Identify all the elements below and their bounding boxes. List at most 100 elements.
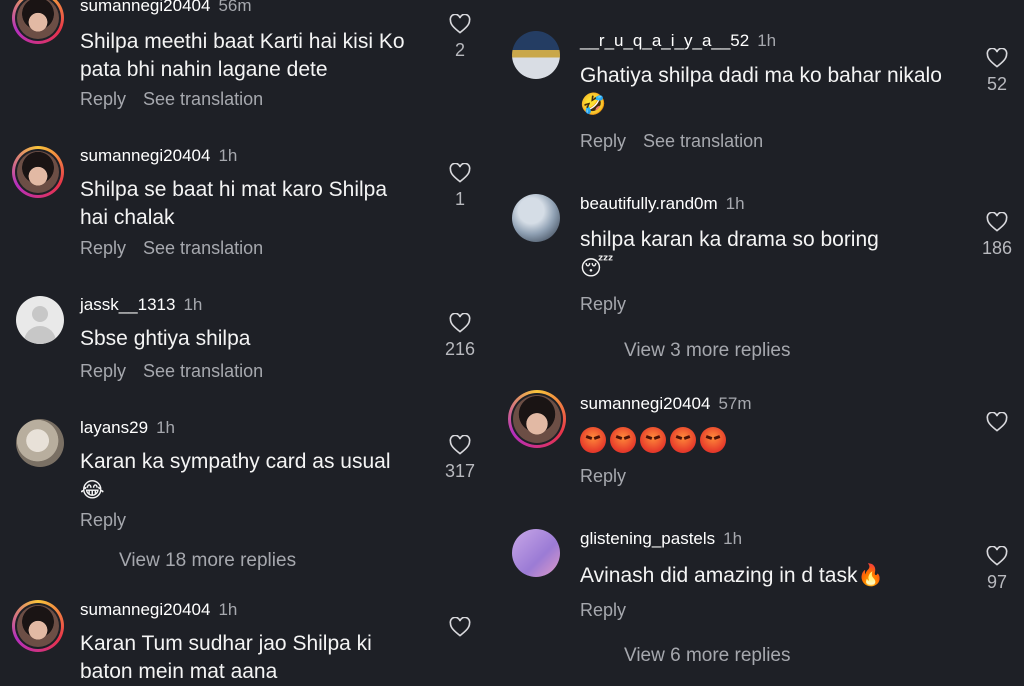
heart-icon[interactable] — [986, 212, 1008, 232]
sleeping-emoji: 😴 — [580, 256, 614, 280]
like-button[interactable]: 52 — [977, 48, 1017, 95]
comment-actions: Reply See translation — [80, 361, 280, 382]
heart-icon[interactable] — [986, 48, 1008, 68]
comment-actions: Reply — [580, 466, 643, 487]
like-count: 52 — [977, 74, 1017, 95]
comment-username-row[interactable]: beautifully.rand0m 1h — [580, 194, 745, 214]
view-more-replies-button[interactable]: View 6 more replies — [624, 645, 791, 667]
comment-time: 1h — [218, 600, 237, 619]
comment-username[interactable]: layans29 — [80, 418, 148, 437]
avatar[interactable] — [508, 390, 566, 448]
comment-username-row[interactable]: jassk__1313 1h — [80, 295, 202, 315]
comment-text-body: Karan ka sympathy card as usual — [80, 450, 391, 473]
see-translation-button[interactable]: See translation — [643, 131, 763, 151]
see-translation-button[interactable]: See translation — [143, 89, 263, 109]
like-button[interactable]: 317 — [440, 435, 480, 482]
comment-actions: Reply — [580, 600, 643, 621]
like-count: 97 — [977, 572, 1017, 593]
comment-username[interactable]: sumannegi20404 — [80, 0, 210, 15]
heart-icon[interactable] — [449, 435, 471, 455]
reply-button[interactable]: Reply — [80, 510, 126, 530]
comment-username-row[interactable]: sumannegi20404 57m — [580, 394, 752, 414]
view-more-replies-button[interactable]: View 18 more replies — [119, 550, 296, 572]
reply-button[interactable]: Reply — [580, 466, 626, 486]
heart-icon[interactable] — [449, 14, 471, 34]
avatar[interactable] — [12, 146, 64, 198]
like-count: 2 — [440, 40, 480, 61]
comment-username[interactable]: sumannegi20404 — [80, 600, 210, 619]
comment-username[interactable]: sumannegi20404 — [580, 394, 710, 413]
comment-text-body: shilpa karan ka drama so boring — [580, 228, 879, 251]
reply-button[interactable]: Reply — [80, 89, 126, 109]
comment-username-row[interactable]: sumannegi20404 1h — [80, 600, 237, 620]
like-button[interactable]: 216 — [440, 313, 480, 360]
avatar[interactable] — [12, 600, 64, 652]
comment-text: Sbse ghtiya shilpa — [80, 325, 420, 353]
reply-button[interactable]: Reply — [80, 361, 126, 381]
comment-username[interactable]: glistening_pastels — [580, 529, 715, 548]
angry-emoji — [640, 427, 666, 453]
view-more-replies-button[interactable]: View 3 more replies — [624, 340, 791, 362]
comment-username[interactable]: __r_u_q_a_i_y_a__52 — [580, 31, 749, 50]
laughing-emoji: 😂 — [80, 478, 105, 502]
comment-actions: Reply — [580, 294, 643, 315]
angry-emoji — [580, 427, 606, 453]
comments-column-right: __r_u_q_a_i_y_a__52 1h Ghatiya shilpa dad… — [500, 0, 1024, 683]
comment-actions: Reply See translation — [580, 131, 780, 152]
like-button[interactable]: 2 — [440, 14, 480, 61]
comment-time: 1h — [723, 529, 742, 548]
comment-username-row[interactable]: sumannegi20404 56m — [80, 0, 252, 16]
like-button[interactable]: 1 — [440, 163, 480, 210]
avatar-placeholder[interactable] — [16, 296, 64, 344]
reply-button[interactable]: Reply — [580, 600, 626, 620]
avatar[interactable] — [512, 529, 560, 577]
reply-button[interactable]: Reply — [80, 238, 126, 258]
comment-username[interactable]: jassk__1313 — [80, 295, 175, 314]
comment-time: 57m — [718, 394, 751, 413]
comment-username[interactable]: beautifully.rand0m — [580, 194, 718, 213]
like-button[interactable]: 186 — [977, 212, 1017, 259]
like-button[interactable] — [440, 617, 480, 637]
avatar[interactable] — [16, 419, 64, 467]
angry-emoji — [610, 427, 636, 453]
heart-icon[interactable] — [449, 163, 471, 183]
avatar[interactable] — [512, 31, 560, 79]
comment-username-row[interactable]: glistening_pastels 1h — [580, 529, 742, 549]
comment-text: Karan Tum sudhar jao Shilpa ki baton mei… — [80, 630, 420, 686]
see-translation-button[interactable]: See translation — [143, 361, 263, 381]
avatar[interactable] — [512, 194, 560, 242]
comment-username-row[interactable]: sumannegi20404 1h — [80, 146, 237, 166]
angry-emoji — [700, 427, 726, 453]
comment-text: Shilpa meethi baat Karti hai kisi Ko pat… — [80, 28, 440, 84]
comment-text: Karan ka sympathy card as usual 😂 — [80, 448, 420, 505]
comment-actions: Reply See translation — [80, 89, 280, 110]
like-count: 186 — [977, 238, 1017, 259]
heart-icon[interactable] — [449, 313, 471, 333]
like-button[interactable] — [977, 412, 1017, 432]
comment-text — [580, 426, 880, 454]
avatar[interactable] — [12, 0, 64, 44]
reply-button[interactable]: Reply — [580, 131, 626, 151]
heart-icon[interactable] — [986, 546, 1008, 566]
heart-icon[interactable] — [986, 412, 1008, 432]
comment-actions: Reply See translation — [80, 238, 280, 259]
like-count: 317 — [440, 461, 480, 482]
heart-icon[interactable] — [449, 617, 471, 637]
comment-actions: Reply — [80, 510, 143, 531]
comment-time: 1h — [218, 146, 237, 165]
comment-time: 1h — [757, 31, 776, 50]
see-translation-button[interactable]: See translation — [143, 238, 263, 258]
comment-username-row[interactable]: __r_u_q_a_i_y_a__52 1h — [580, 31, 776, 51]
comment-text-body: Ghatiya shilpa dadi ma ko bahar nikalo — [580, 64, 942, 87]
reply-button[interactable]: Reply — [580, 294, 626, 314]
comment-time: 1h — [726, 194, 745, 213]
comment-text: shilpa karan ka drama so boring 😴 — [580, 226, 950, 283]
comments-column-left: sumannegi20404 56m Shilpa meethi baat Kar… — [0, 0, 500, 683]
rofl-emoji: 🤣 — [580, 92, 606, 116]
comment-username[interactable]: sumannegi20404 — [80, 146, 210, 165]
like-button[interactable]: 97 — [977, 546, 1017, 593]
comment-username-row[interactable]: layans291h — [80, 418, 175, 438]
comment-time: 56m — [218, 0, 251, 15]
comment-time: 1h — [183, 295, 202, 314]
like-count: 216 — [440, 339, 480, 360]
